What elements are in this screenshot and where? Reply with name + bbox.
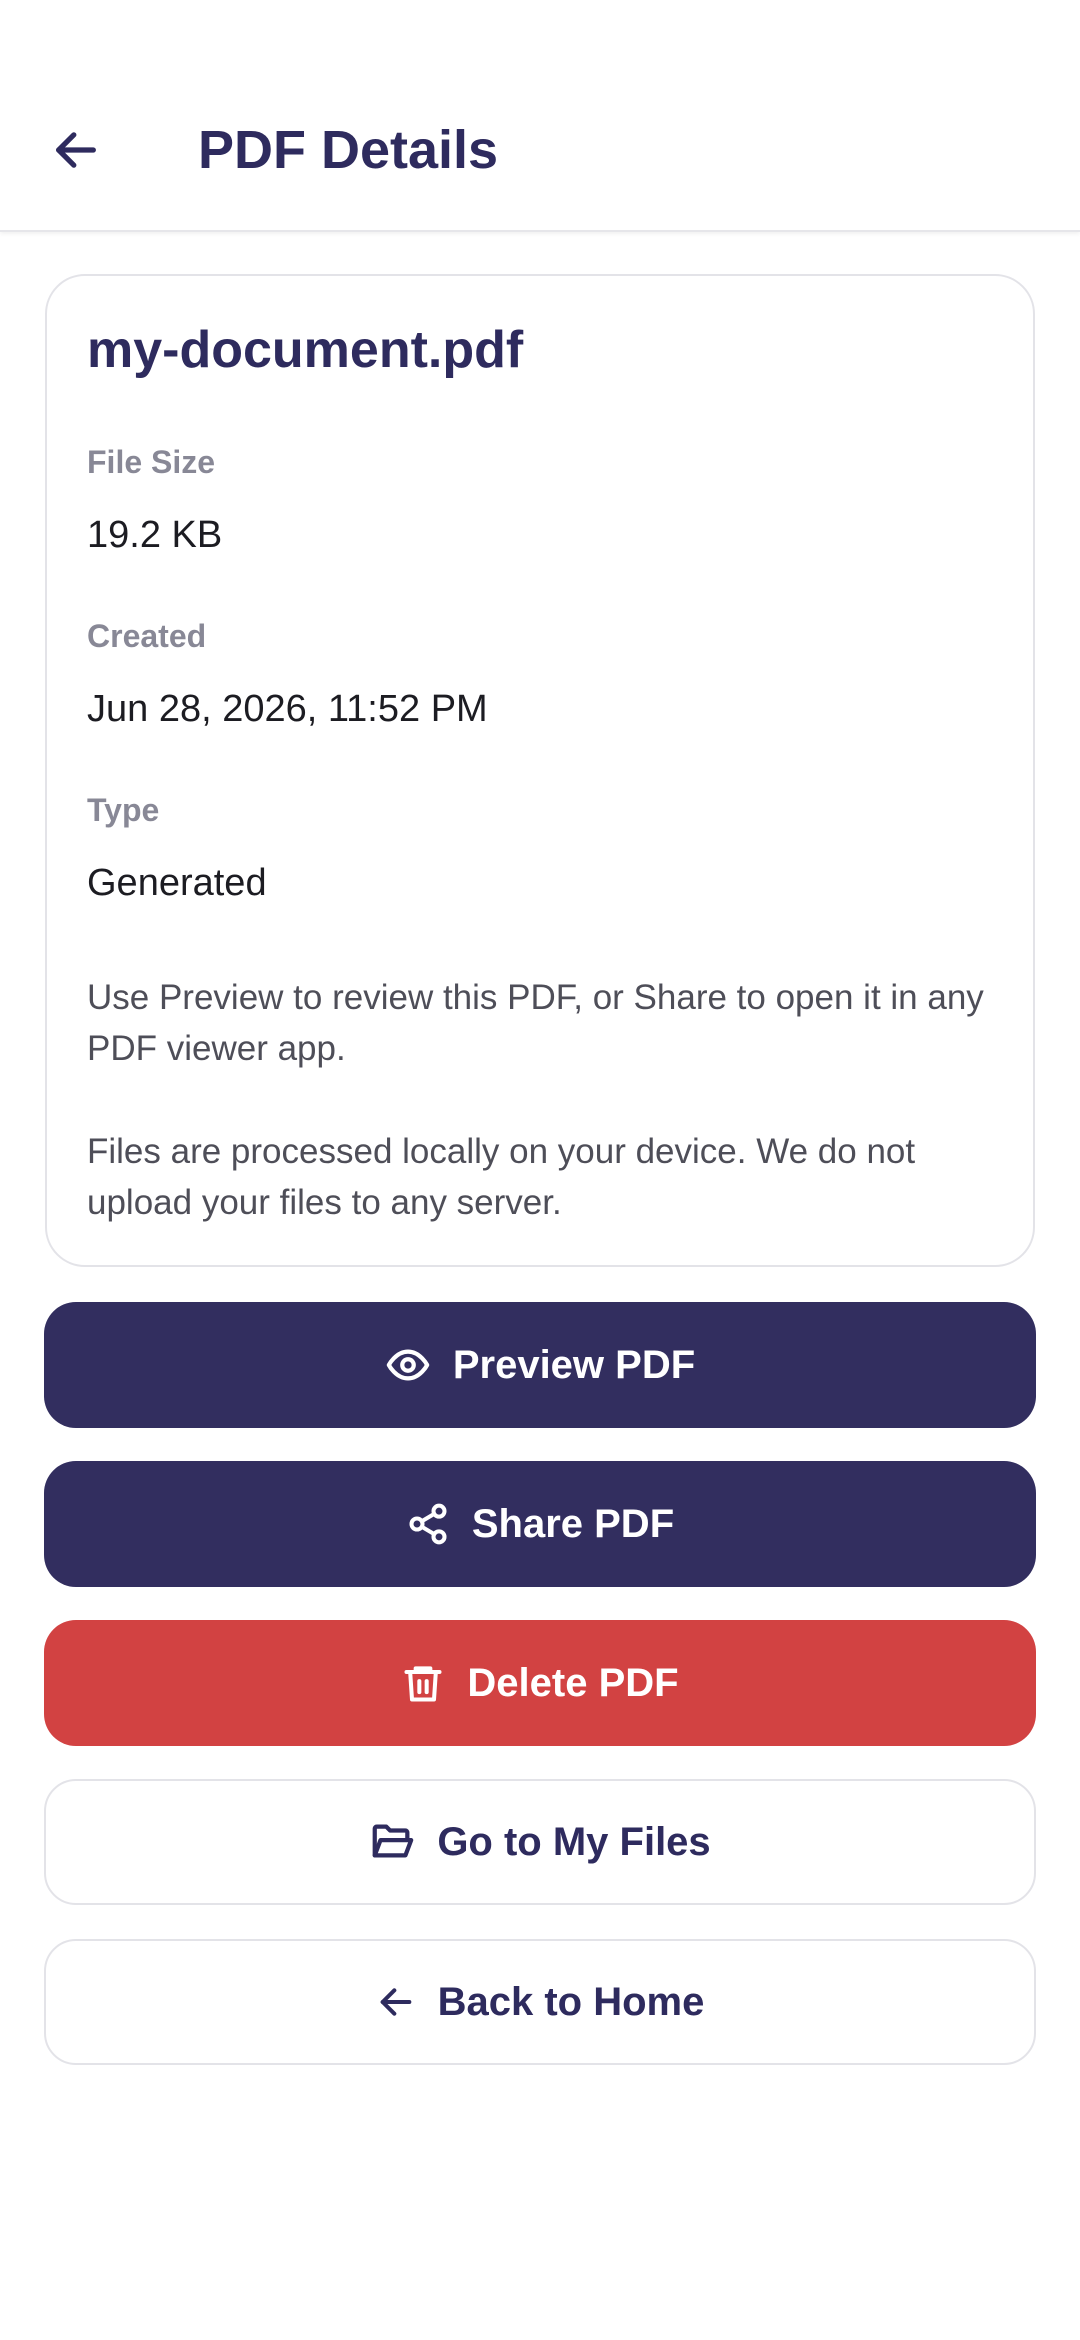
back-to-home-button[interactable]: Back to Home: [44, 1939, 1036, 2065]
pdf-details-screen: PDF Details my-document.pdf File Size 19…: [0, 0, 1080, 2340]
folder-open-icon: [369, 1819, 415, 1865]
go-to-my-files-label: Go to My Files: [437, 1819, 711, 1864]
share-pdf-button[interactable]: Share PDF: [44, 1461, 1036, 1587]
delete-pdf-button[interactable]: Delete PDF: [44, 1620, 1036, 1746]
page-title: PDF Details: [198, 120, 499, 180]
go-to-my-files-button[interactable]: Go to My Files: [44, 1779, 1036, 1905]
file-size-value: 19.2 KB: [87, 514, 223, 556]
share-pdf-label: Share PDF: [471, 1501, 675, 1546]
eye-icon: [385, 1342, 431, 1388]
preview-pdf-button[interactable]: Preview PDF: [44, 1302, 1036, 1428]
arrow-left-icon: [50, 124, 102, 181]
back-to-home-label: Back to Home: [437, 1979, 705, 2024]
back-button[interactable]: [36, 112, 116, 192]
preview-share-note: Use Preview to review this PDF, or Share…: [87, 978, 984, 1068]
created-label: Created: [87, 618, 207, 654]
type-value: Generated: [87, 862, 267, 904]
trash-icon: [401, 1661, 445, 1705]
privacy-note: Files are processed locally on your devi…: [87, 1132, 916, 1222]
app-header: PDF Details: [0, 0, 1080, 232]
preview-pdf-label: Preview PDF: [452, 1342, 696, 1387]
type-label: Type: [87, 792, 160, 828]
created-value: Jun 28, 2026, 11:52 PM: [87, 688, 488, 730]
file-name: my-document.pdf: [87, 321, 524, 379]
arrow-left-icon: [376, 1982, 416, 2022]
pdf-details-card: my-document.pdf File Size 19.2 KB Create…: [45, 274, 1035, 1267]
share-icon: [406, 1502, 450, 1546]
delete-pdf-label: Delete PDF: [467, 1660, 679, 1705]
file-size-label: File Size: [87, 444, 216, 480]
